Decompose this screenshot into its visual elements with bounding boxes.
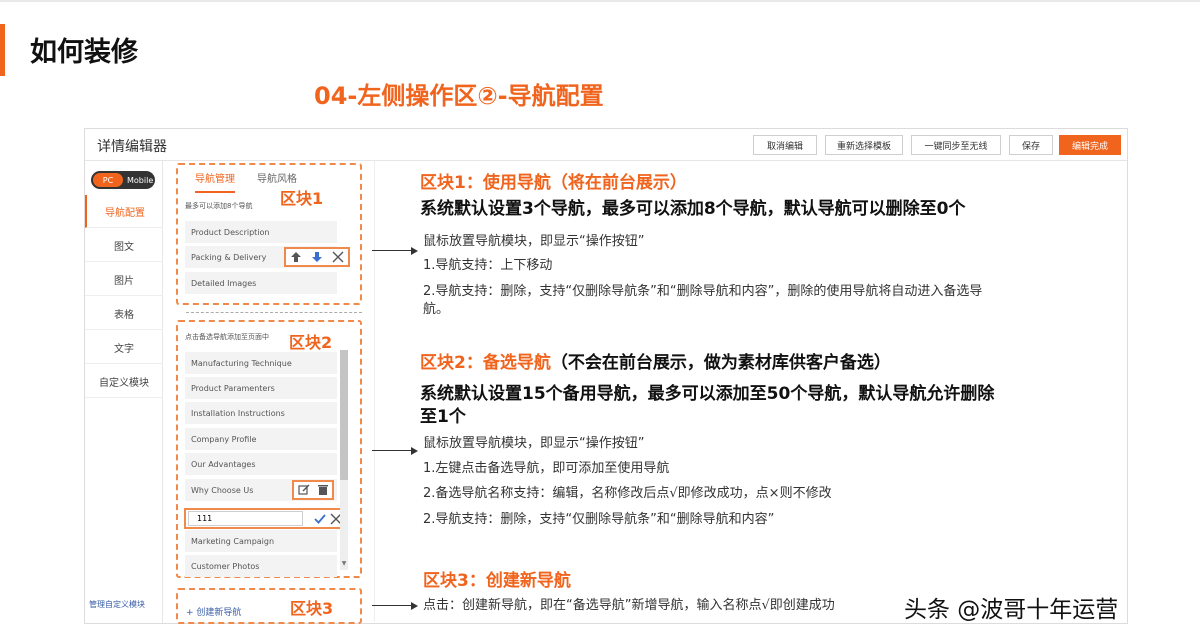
- cancel-edit-button[interactable]: 取消编辑: [753, 135, 817, 155]
- trash-icon[interactable]: [317, 484, 329, 496]
- sync-to-mobile-button[interactable]: 一键同步至无线: [911, 135, 1001, 155]
- used-nav-hint: 最多可以添加8个导航: [185, 202, 253, 210]
- top-divider: [0, 0, 1200, 2]
- left-nav-custom-module[interactable]: 自定义模块: [85, 365, 163, 398]
- used-nav-item[interactable]: Product Description: [185, 221, 337, 243]
- left-nav: PC Mobile 导航配置 图文 图片 表格 文字 自定义模块: [85, 161, 163, 623]
- block1-line: 航。: [423, 302, 450, 317]
- page-title: 如何装修: [30, 37, 138, 68]
- confirm-check-icon[interactable]: [314, 513, 326, 525]
- block1-heading-paren: （将在前台展示）: [550, 173, 687, 193]
- editor-title: 详情编辑器: [97, 139, 167, 155]
- used-nav-actions: [284, 247, 350, 267]
- block2-line: 鼠标放置导航模块，即显示“操作按钮”: [423, 436, 645, 451]
- left-nav-text[interactable]: 文字: [85, 331, 163, 364]
- block3-heading: 区块3：创建新导航: [423, 571, 571, 591]
- toggle-mobile[interactable]: Mobile: [127, 176, 153, 185]
- scroll-thumb[interactable]: [340, 350, 348, 480]
- delete-x-icon[interactable]: [332, 251, 344, 263]
- edit-icon[interactable]: [297, 484, 310, 496]
- nav-name-input[interactable]: [188, 511, 303, 526]
- arrow-block2-icon: [372, 446, 418, 455]
- block-divider: [186, 312, 362, 313]
- block1-subheading: 系统默认设置3个导航，最多可以添加8个导航，默认导航可以删除至0个: [420, 199, 966, 219]
- block1-line: 1.导航支持：上下移动: [423, 258, 553, 273]
- move-down-icon[interactable]: [311, 251, 323, 263]
- used-nav-item[interactable]: Detailed Images: [185, 272, 337, 294]
- finish-edit-button[interactable]: 编辑完成: [1059, 135, 1121, 155]
- section-title: 04-左侧操作区②-导航配置: [314, 82, 604, 110]
- alt-nav-item[interactable]: Marketing Campaign: [185, 530, 337, 552]
- block2-line: 1.左键点击备选导航，即可添加至使用导航: [423, 461, 670, 476]
- block2-heading: 区块2：备选导航（不会在前台展示，做为素材库供客户备选）: [420, 348, 891, 373]
- column-divider: [374, 160, 375, 622]
- block2-heading-main: 区块2：备选导航: [420, 353, 551, 373]
- block1-heading: 区块1：使用导航（将在前台展示）: [420, 168, 687, 193]
- create-nav-link[interactable]: + 创建新导航: [186, 605, 241, 618]
- block2-subheading-cont: 至1个: [420, 407, 466, 427]
- editor-header: 详情编辑器 取消编辑 重新选择模板 一键同步至无线 保存 编辑完成: [85, 129, 1127, 161]
- block1-line: 2.导航支持：删除，支持“仅删除导航条”和“删除导航和内容”，删除的使用导航将自…: [423, 284, 983, 299]
- block2-line: 2.导航支持：删除，支持“仅删除导航条”和“删除导航和内容”: [423, 512, 775, 527]
- block2-label: 区块2: [289, 333, 333, 352]
- arrow-block3-icon: [372, 601, 418, 610]
- alt-nav-edit-row: [184, 508, 346, 529]
- toggle-pc[interactable]: PC: [93, 173, 123, 187]
- alt-nav-item[interactable]: Our Advantages: [185, 453, 337, 475]
- scroll-down-icon[interactable]: ▼: [340, 560, 348, 568]
- alt-nav-hint: 点击备选导航添加至页面中: [185, 333, 269, 341]
- move-up-icon[interactable]: [290, 251, 302, 263]
- save-button[interactable]: 保存: [1009, 135, 1053, 155]
- pc-mobile-toggle[interactable]: PC Mobile: [91, 171, 155, 189]
- watermark: 头条 @波哥十年运营: [904, 597, 1119, 623]
- alt-nav-item[interactable]: Customer Photos: [185, 555, 337, 577]
- alt-nav-item[interactable]: Manufacturing Technique: [185, 352, 337, 374]
- arrow-block1-icon: [372, 246, 418, 255]
- left-nav-nav-config[interactable]: 导航配置: [85, 195, 163, 228]
- manage-custom-module-link[interactable]: 管理自定义模块: [89, 599, 145, 610]
- alt-nav-item[interactable]: Installation Instructions: [185, 402, 337, 424]
- block3-label: 区块3: [290, 599, 334, 618]
- block1-line: 鼠标放置导航模块，即显示“操作按钮”: [423, 234, 645, 249]
- block3-line: 点击：创建新导航，即在“备选导航”新增导航，输入名称点√即创建成功: [423, 598, 835, 613]
- block1-heading-main: 区块1：使用导航: [420, 173, 551, 193]
- title-accent-bar: [0, 24, 5, 76]
- block2-heading-paren: （不会在前台展示，做为素材库供客户备选）: [550, 353, 891, 373]
- alt-nav-item[interactable]: Product Paramenters: [185, 377, 337, 399]
- left-nav-image-text[interactable]: 图文: [85, 229, 163, 262]
- alt-nav-actions: [292, 480, 334, 500]
- left-nav-table[interactable]: 表格: [85, 297, 163, 330]
- reselect-template-button[interactable]: 重新选择模板: [825, 135, 903, 155]
- block2-subheading: 系统默认设置15个备用导航，最多可以添加至50个导航，默认导航允许删除: [420, 384, 995, 404]
- block2-line: 2.备选导航名称支持：编辑，名称修改后点√即修改成功，点×则不修改: [423, 486, 832, 501]
- block1-label: 区块1: [280, 189, 324, 208]
- alt-nav-item[interactable]: Company Profile: [185, 428, 337, 450]
- left-nav-image[interactable]: 图片: [85, 263, 163, 296]
- alt-nav-scrollbar[interactable]: ▼: [340, 350, 348, 570]
